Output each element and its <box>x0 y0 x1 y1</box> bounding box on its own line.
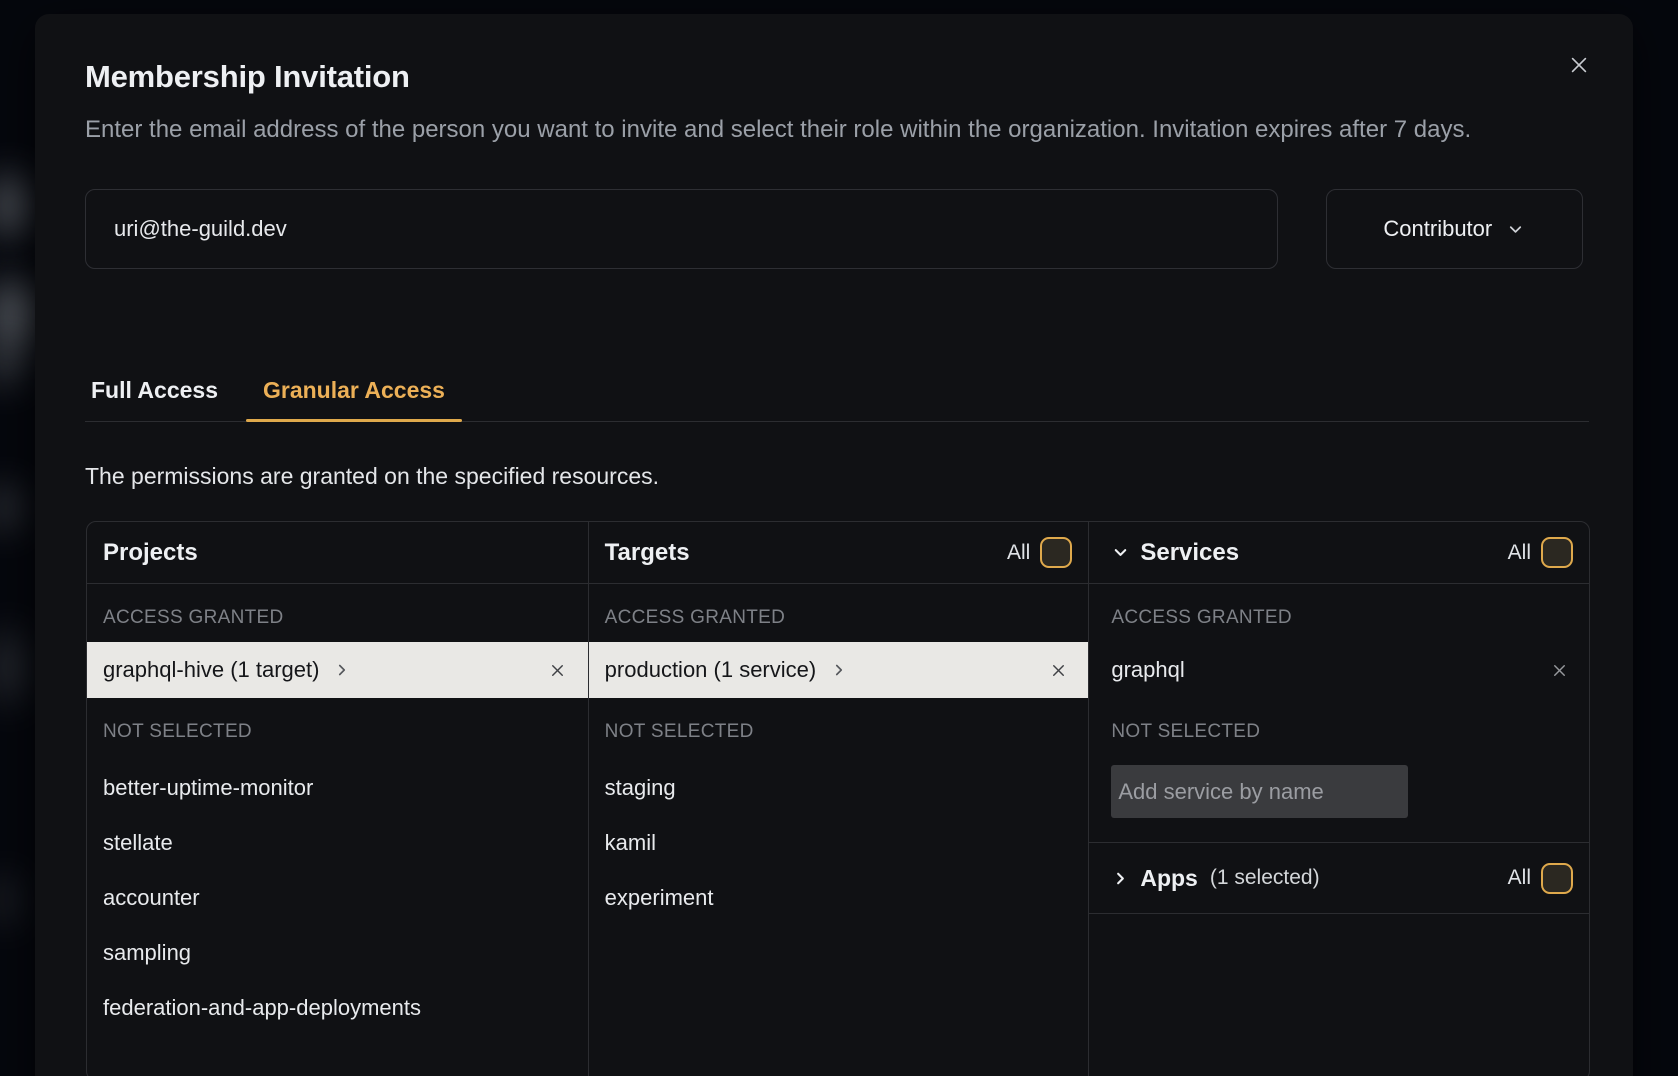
services-all-group: All <box>1508 537 1573 568</box>
close-button[interactable] <box>1565 51 1593 79</box>
email-input[interactable] <box>85 189 1278 269</box>
not-selected-label: NOT SELECTED <box>103 721 572 743</box>
granted-service-name: graphql <box>1111 657 1184 683</box>
invite-row: Contributor <box>85 189 1583 269</box>
target-option[interactable]: kamil <box>589 815 1089 870</box>
not-selected-label: NOT SELECTED <box>605 721 1073 743</box>
role-select-value: Contributor <box>1383 216 1492 242</box>
target-option[interactable]: staging <box>589 760 1089 815</box>
services-column: Services All ACCESS GRANTED graphql NOT … <box>1088 522 1589 1076</box>
projects-options: better-uptime-monitor stellate accounter… <box>87 760 588 1035</box>
not-selected-label: NOT SELECTED <box>1111 721 1573 743</box>
background-glow <box>0 470 34 545</box>
x-icon <box>1550 661 1569 680</box>
target-option[interactable]: experiment <box>589 870 1089 925</box>
granted-service-row: graphql <box>1089 642 1589 698</box>
targets-title: Targets <box>605 539 690 567</box>
projects-column: Projects ACCESS GRANTED graphql-hive (1 … <box>87 522 588 1076</box>
close-icon <box>1568 54 1590 76</box>
project-option[interactable]: accounter <box>87 870 588 925</box>
apps-title[interactable]: Apps <box>1140 865 1198 892</box>
targets-all-label: All <box>1007 541 1030 565</box>
access-tabs: Full Access Granular Access <box>85 375 1589 422</box>
apps-section-row: Apps (1 selected) All <box>1089 842 1589 914</box>
services-header: Services All <box>1089 522 1589 584</box>
targets-all-group: All <box>1007 537 1072 568</box>
services-all-checkbox[interactable] <box>1541 537 1573 568</box>
remove-target-button[interactable] <box>1046 658 1070 682</box>
resource-picker: Projects ACCESS GRANTED graphql-hive (1 … <box>86 521 1590 1076</box>
project-option[interactable]: better-uptime-monitor <box>87 760 588 815</box>
access-granted-label: ACCESS GRANTED <box>605 607 1073 629</box>
access-granted-label: ACCESS GRANTED <box>103 607 572 629</box>
targets-options: staging kamil experiment <box>589 760 1089 925</box>
project-option[interactable]: stellate <box>87 815 588 870</box>
project-option[interactable]: sampling <box>87 925 588 980</box>
tab-granular-access[interactable]: Granular Access <box>246 375 462 421</box>
dialog-description: Enter the email address of the person yo… <box>85 111 1583 149</box>
chevron-down-icon <box>1506 220 1525 239</box>
granted-target-name: production (1 service) <box>605 657 817 683</box>
chevron-right-icon <box>333 661 351 679</box>
access-granted-label: ACCESS GRANTED <box>1111 607 1573 629</box>
role-select[interactable]: Contributor <box>1326 189 1583 269</box>
x-icon <box>548 661 567 680</box>
service-add-wrap <box>1111 765 1567 818</box>
tab-full-access[interactable]: Full Access <box>85 375 238 421</box>
targets-all-checkbox[interactable] <box>1040 537 1072 568</box>
projects-header: Projects <box>87 522 588 584</box>
granted-target-row[interactable]: production (1 service) <box>589 642 1089 698</box>
background-glow <box>0 330 36 400</box>
background-glow <box>0 860 30 940</box>
chevron-down-icon[interactable] <box>1111 543 1130 562</box>
targets-column: Targets All ACCESS GRANTED production (1… <box>588 522 1089 1076</box>
add-service-input[interactable] <box>1111 765 1408 818</box>
targets-header: Targets All <box>589 522 1089 584</box>
remove-project-button[interactable] <box>546 658 570 682</box>
chevron-right-icon <box>830 661 848 679</box>
apps-all-label: All <box>1508 866 1531 890</box>
services-all-label: All <box>1508 541 1531 565</box>
apps-selected-count: (1 selected) <box>1210 866 1320 890</box>
project-option[interactable]: federation-and-app-deployments <box>87 980 588 1035</box>
apps-all-checkbox[interactable] <box>1541 863 1573 894</box>
remove-service-button[interactable] <box>1547 658 1571 682</box>
apps-all-group: All <box>1508 863 1573 894</box>
membership-invitation-dialog: Membership Invitation Enter the email ad… <box>35 14 1633 1076</box>
permissions-note: The permissions are granted on the speci… <box>85 463 1583 489</box>
chevron-right-icon[interactable] <box>1111 869 1130 888</box>
granted-project-row[interactable]: graphql-hive (1 target) <box>87 642 588 698</box>
x-icon <box>1049 661 1068 680</box>
projects-title: Projects <box>103 539 198 567</box>
dialog-title: Membership Invitation <box>85 58 1583 95</box>
services-title: Services <box>1140 539 1239 567</box>
background-glow <box>0 612 38 722</box>
granted-project-name: graphql-hive (1 target) <box>103 657 319 683</box>
